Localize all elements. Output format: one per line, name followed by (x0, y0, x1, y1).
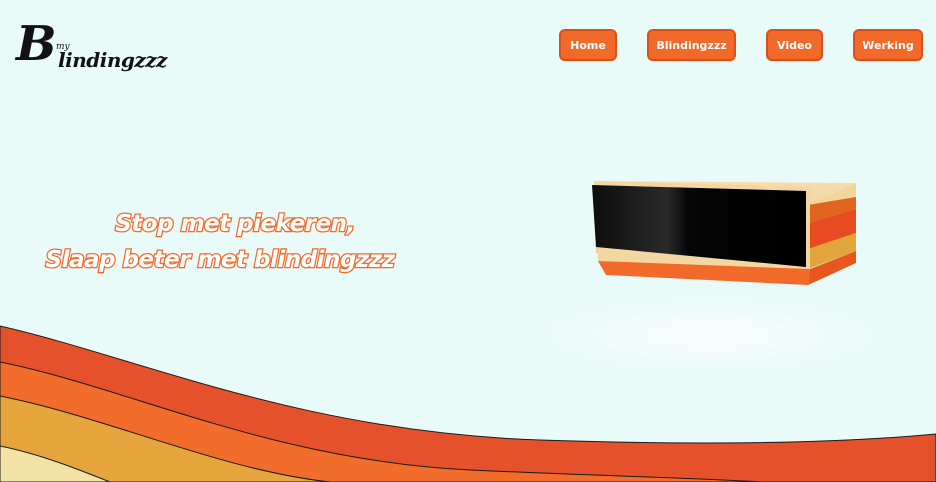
page: B my lindingzzz Home Blindingzzz Video W… (0, 0, 936, 482)
decorative-waves (0, 325, 936, 482)
hero-line-1: Stop met piekeren, (114, 210, 356, 239)
hero-heading: Stop met piekeren, Slaap beter met blind… (20, 206, 420, 278)
nav-werking-button[interactable]: Werking (853, 29, 923, 61)
main-navigation: Home Blindingzzz Video Werking (0, 29, 936, 65)
hero-line-2: Slaap beter met blindingzzz (44, 246, 396, 275)
nav-video-button[interactable]: Video (766, 29, 823, 61)
nav-blindingzzz-button[interactable]: Blindingzzz (647, 29, 736, 61)
nav-home-button[interactable]: Home (559, 29, 617, 61)
